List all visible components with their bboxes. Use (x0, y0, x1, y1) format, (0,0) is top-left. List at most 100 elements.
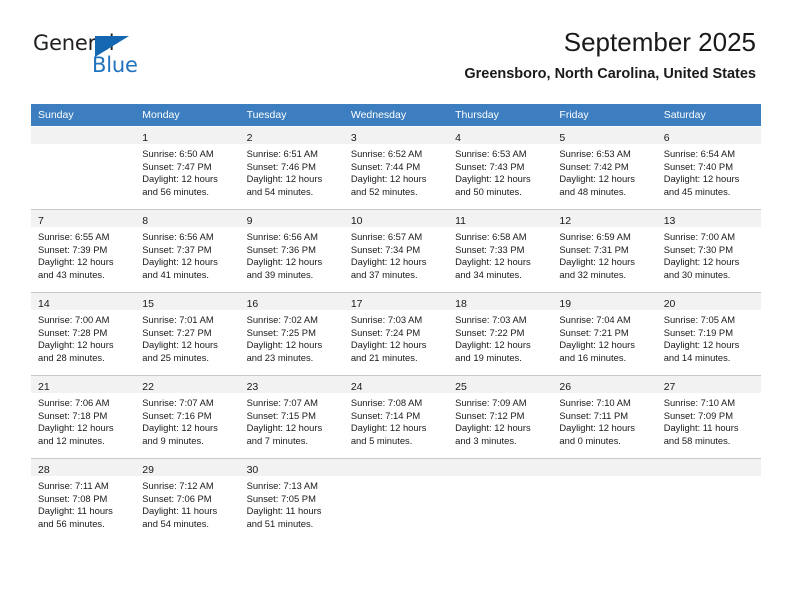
day-detail-line: Sunset: 7:47 PM (142, 160, 212, 172)
calendar-day-cell[interactable]: 7 Sunrise: 6:55 AM Sunset: 7:39 PM Daylight… (31, 209, 136, 293)
day-detail-line: Sunset: 7:33 PM (455, 243, 525, 255)
day-detail-line: Sunrise: 7:13 AM (246, 480, 318, 491)
day-detail-line: Daylight: 12 hours (246, 256, 323, 268)
day-number: 11 (455, 215, 467, 227)
weekday-header-friday: Friday (552, 104, 657, 127)
calendar-day-cell[interactable]: 8 Sunrise: 6:56 AM Sunset: 7:37 PM Daylight… (135, 209, 240, 293)
calendar-day-cell[interactable]: 13 Sunrise: 7:00 AM Sunset: 7:30 PM Dayligh… (656, 209, 761, 293)
calendar-day-cell[interactable]: 16 Sunrise: 7:02 AM Sunset: 7:25 PM Dayligh… (239, 292, 344, 376)
day-details: Sunrise: 7:06 AM Sunset: 7:18 PM Daylight:… (31, 393, 135, 453)
calendar-day-cell[interactable]: 26 Sunrise: 7:10 AM Sunset: 7:11 PM Dayligh… (552, 375, 657, 459)
calendar-day-cell[interactable]: 4 Sunrise: 6:53 AM Sunset: 7:43 PM Daylight… (448, 126, 553, 210)
calendar-day-cell[interactable]: 23 Sunrise: 7:07 AM Sunset: 7:15 PM Dayligh… (239, 375, 344, 459)
day-detail-line: Sunrise: 7:05 AM (663, 314, 736, 325)
day-detail-line: Sunrise: 6:56 AM (142, 231, 214, 242)
calendar-day-cell[interactable]: 29 Sunrise: 7:12 AM Sunset: 7:06 PM Dayligh… (135, 458, 240, 541)
calendar-day-cell[interactable]: 27 Sunrise: 7:10 AM Sunset: 7:09 PM Dayligh… (656, 375, 761, 459)
calendar-day-cell[interactable]: 11 Sunrise: 6:58 AM Sunset: 7:33 PM Dayligh… (448, 209, 553, 293)
day-detail-line: Sunset: 7:31 PM (559, 243, 629, 255)
day-number-band: 15 (135, 293, 240, 310)
day-number: 18 (455, 298, 467, 310)
day-detail-line: Sunrise: 6:59 AM (559, 231, 631, 242)
day-detail-line: Sunrise: 6:51 AM (246, 148, 318, 159)
day-cell-inner: 11 Sunrise: 6:58 AM Sunset: 7:33 PM Dayligh… (448, 210, 553, 292)
day-detail-line: and 45 minutes. (663, 185, 731, 197)
day-detail-line: Sunrise: 6:52 AM (350, 148, 423, 159)
calendar-day-cell[interactable]: 22 Sunrise: 7:07 AM Sunset: 7:16 PM Dayligh… (135, 375, 240, 459)
calendar-day-cell[interactable]: 25 Sunrise: 7:09 AM Sunset: 7:12 PM Dayligh… (448, 375, 553, 459)
day-cell-inner: 8 Sunrise: 6:56 AM Sunset: 7:37 PM Daylight… (135, 210, 240, 292)
calendar-day-cell[interactable]: 14 Sunrise: 7:00 AM Sunset: 7:28 PM Dayligh… (31, 292, 136, 376)
day-number-band: 1 (135, 127, 240, 144)
day-number: 19 (559, 298, 572, 310)
calendar-day-cell[interactable]: 15 Sunrise: 7:01 AM Sunset: 7:27 PM Dayligh… (135, 292, 240, 376)
calendar-day-cell[interactable]: 9 Sunrise: 6:56 AM Sunset: 7:36 PM Daylight… (239, 209, 344, 293)
day-detail-line: and 21 minutes. (350, 351, 418, 363)
day-number: 16 (246, 298, 259, 310)
calendar-day-cell[interactable]: 28 Sunrise: 7:11 AM Sunset: 7:08 PM Dayligh… (31, 458, 136, 541)
day-details: Sunrise: 7:10 AM Sunset: 7:09 PM Daylight:… (657, 393, 761, 453)
day-detail-line: and 50 minutes. (455, 185, 522, 197)
day-cell-inner: 10 Sunrise: 6:57 AM Sunset: 7:34 PM Dayligh… (343, 210, 449, 292)
day-cell-inner (343, 459, 449, 541)
calendar-day-cell[interactable]: 6 Sunrise: 6:54 AM Sunset: 7:40 PM Daylight… (656, 126, 761, 210)
day-number: 27 (663, 381, 676, 393)
day-detail-line: Sunset: 7:30 PM (663, 243, 733, 255)
day-detail-line: Sunset: 7:25 PM (246, 326, 316, 338)
day-cell-inner: 9 Sunrise: 6:56 AM Sunset: 7:36 PM Daylight… (239, 210, 344, 292)
calendar-day-cell[interactable]: 5 Sunrise: 6:53 AM Sunset: 7:42 PM Daylight… (552, 126, 657, 210)
day-cell-inner: 2 Sunrise: 6:51 AM Sunset: 7:46 PM Daylight… (239, 127, 344, 209)
day-details: Sunrise: 7:07 AM Sunset: 7:16 PM Daylight:… (135, 393, 239, 453)
day-details: Sunrise: 7:03 AM Sunset: 7:22 PM Daylight:… (448, 310, 552, 370)
day-details: Sunrise: 7:07 AM Sunset: 7:15 PM Daylight:… (240, 393, 344, 453)
calendar-day-cell[interactable]: 30 Sunrise: 7:13 AM Sunset: 7:05 PM Dayligh… (239, 458, 344, 541)
day-detail-line: Sunset: 7:15 PM (246, 409, 316, 421)
day-detail-line: Daylight: 12 hours (38, 422, 114, 434)
calendar-day-cell[interactable]: 17 Sunrise: 7:03 AM Sunset: 7:24 PM Dayligh… (343, 292, 449, 376)
calendar-week-row: 7 Sunrise: 6:55 AM Sunset: 7:39 PM Daylight… (31, 209, 761, 293)
day-number-band (343, 459, 449, 476)
day-detail-line: Daylight: 12 hours (455, 339, 531, 351)
day-detail-line: Daylight: 11 hours (246, 505, 322, 517)
day-detail-line: and 3 minutes. (455, 434, 517, 446)
calendar-day-cell[interactable]: 3 Sunrise: 6:52 AM Sunset: 7:44 PM Daylight… (343, 126, 449, 210)
day-details: Sunrise: 7:04 AM Sunset: 7:21 PM Daylight:… (552, 310, 656, 370)
day-cell-inner: 6 Sunrise: 6:54 AM Sunset: 7:40 PM Daylight… (656, 127, 761, 209)
day-number-band: 7 (31, 210, 136, 227)
day-cell-inner: 27 Sunrise: 7:10 AM Sunset: 7:09 PM Dayligh… (656, 376, 761, 458)
calendar-day-cell[interactable]: 18 Sunrise: 7:03 AM Sunset: 7:22 PM Dayligh… (448, 292, 553, 376)
day-number-band: 28 (31, 459, 136, 476)
day-cell-inner: 29 Sunrise: 7:12 AM Sunset: 7:06 PM Dayligh… (135, 459, 240, 541)
day-detail-line: Sunset: 7:14 PM (350, 409, 421, 421)
day-detail-line: Sunset: 7:44 PM (350, 160, 421, 172)
calendar-day-cell[interactable]: 10 Sunrise: 6:57 AM Sunset: 7:34 PM Dayligh… (343, 209, 449, 293)
general-blue-logo[interactable]: General Blue (33, 33, 193, 81)
day-cell-inner: 12 Sunrise: 6:59 AM Sunset: 7:31 PM Dayligh… (552, 210, 657, 292)
calendar-day-cell[interactable]: 19 Sunrise: 7:04 AM Sunset: 7:21 PM Dayligh… (552, 292, 657, 376)
day-detail-line: Sunrise: 7:07 AM (142, 397, 214, 408)
day-details: Sunrise: 6:50 AM Sunset: 7:47 PM Daylight:… (135, 144, 239, 204)
day-number: 12 (559, 215, 572, 227)
day-number-band: 8 (135, 210, 240, 227)
day-detail-line: Daylight: 12 hours (350, 422, 427, 434)
day-detail-line: Daylight: 12 hours (350, 339, 427, 351)
day-number-band (656, 459, 761, 476)
day-detail-line: Sunset: 7:08 PM (38, 492, 108, 504)
day-details (448, 476, 552, 486)
day-detail-line: and 56 minutes. (38, 517, 105, 529)
day-number: 15 (142, 298, 154, 310)
calendar-day-cell[interactable]: 20 Sunrise: 7:05 AM Sunset: 7:19 PM Dayligh… (656, 292, 761, 376)
day-detail-line: and 19 minutes. (455, 351, 522, 363)
calendar-cell-empty (552, 458, 657, 541)
calendar-day-cell[interactable]: 21 Sunrise: 7:06 AM Sunset: 7:18 PM Dayligh… (31, 375, 136, 459)
day-detail-line: Daylight: 12 hours (663, 339, 740, 351)
calendar-day-cell[interactable]: 1 Sunrise: 6:50 AM Sunset: 7:47 PM Daylight… (135, 126, 240, 210)
calendar-day-cell[interactable]: 24 Sunrise: 7:08 AM Sunset: 7:14 PM Dayligh… (343, 375, 449, 459)
calendar-day-cell[interactable]: 12 Sunrise: 6:59 AM Sunset: 7:31 PM Dayligh… (552, 209, 657, 293)
calendar-day-cell[interactable]: 2 Sunrise: 6:51 AM Sunset: 7:46 PM Daylight… (239, 126, 344, 210)
day-cell-inner: 25 Sunrise: 7:09 AM Sunset: 7:12 PM Dayligh… (448, 376, 553, 458)
day-number-band: 19 (552, 293, 657, 310)
day-detail-line: Sunrise: 7:10 AM (559, 397, 631, 408)
day-cell-inner: 22 Sunrise: 7:07 AM Sunset: 7:16 PM Dayligh… (135, 376, 240, 458)
day-number: 26 (559, 381, 572, 393)
